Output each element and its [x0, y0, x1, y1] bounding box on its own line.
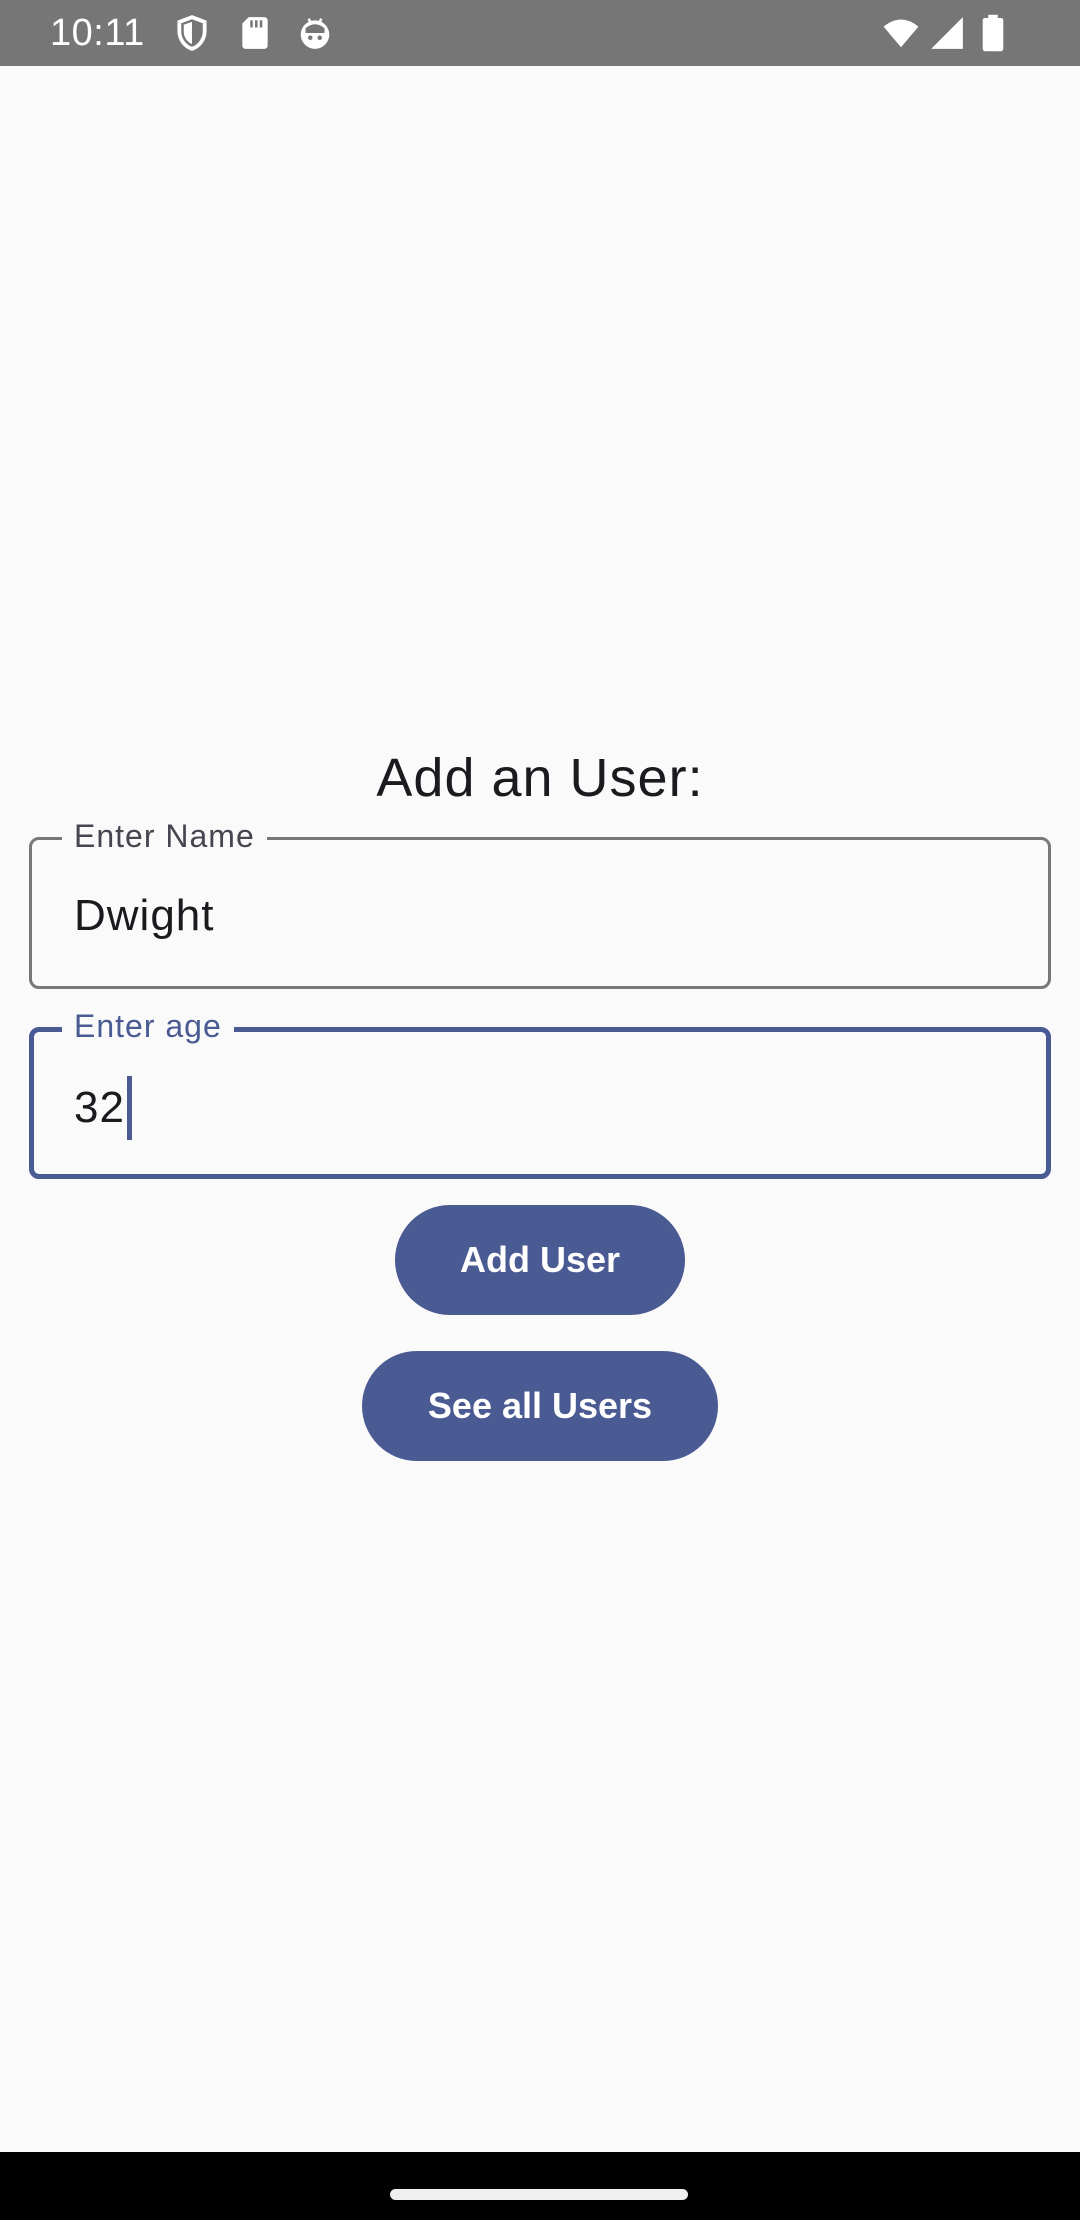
- add-user-button[interactable]: Add User: [395, 1205, 685, 1315]
- age-field-text: 32: [74, 1083, 125, 1132]
- status-time: 10:11: [50, 12, 145, 54]
- home-gesture-handle[interactable]: [390, 2189, 688, 2200]
- name-field[interactable]: Enter Name Dwight: [29, 816, 1051, 989]
- see-all-users-button[interactable]: See all Users: [362, 1351, 718, 1461]
- wifi-icon: [880, 14, 922, 52]
- shield-icon: [173, 14, 211, 52]
- status-bar: 10:11: [0, 0, 1080, 66]
- age-field-label: Enter age: [62, 1006, 234, 1046]
- text-cursor: [126, 1076, 132, 1140]
- add-user-screen: Add an User: Enter Name Dwight Enter age…: [0, 66, 1080, 2152]
- page-title: Add an User:: [376, 748, 704, 808]
- battery-icon: [978, 14, 1008, 52]
- age-field-value[interactable]: 32: [74, 1076, 132, 1140]
- name-field-label: Enter Name: [62, 816, 267, 856]
- name-field-value[interactable]: Dwight: [74, 888, 215, 944]
- android-debug-icon: [296, 14, 334, 52]
- age-field[interactable]: Enter age 32: [29, 1006, 1051, 1179]
- sd-card-icon: [236, 14, 274, 52]
- navigation-bar: [0, 2152, 1080, 2220]
- cellular-signal-icon: [928, 14, 966, 52]
- name-field-text: Dwight: [74, 891, 215, 940]
